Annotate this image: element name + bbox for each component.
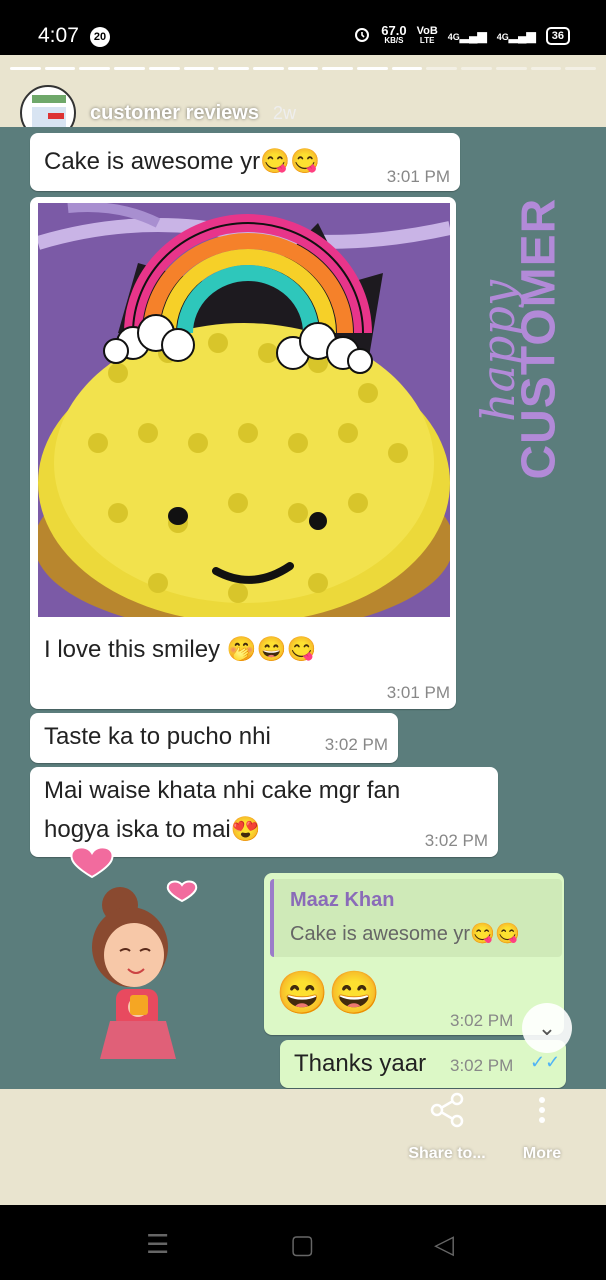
signal-2-label: 4G — [496, 31, 509, 42]
happy-customer-sticker: happy CUSTOMER — [458, 197, 598, 485]
reply-message-bubble: Maaz Khan Cake is awesome yr😋😋 😄😄 3:02 P… — [264, 873, 564, 1035]
home-nav-button[interactable]: ▢ — [290, 1229, 315, 1260]
status-icons: 67.0 KB/S VoB LTE 4G▂▄▆ 4G▂▄▆ 36 — [353, 22, 570, 46]
menu-nav-button[interactable]: ☰ — [146, 1229, 169, 1260]
message-time: 3:02 PM — [424, 831, 488, 850]
story-progress-segment — [218, 67, 249, 70]
story-progress-segment — [461, 67, 492, 70]
message-bubble: Cake is awesome yr😋😋 3:01 PM — [30, 133, 460, 191]
story-progress — [10, 67, 596, 70]
story-progress-segment — [10, 67, 41, 70]
message-time: 3:02 PM — [450, 1011, 514, 1030]
message-text: Mai waise khata nhi cake mgr fan — [44, 777, 401, 804]
message-emojis: 😄😄 — [276, 969, 381, 1016]
status-bar: 4:07 20 67.0 KB/S VoB LTE 4G▂▄▆ 4G▂▄▆ 36 — [0, 0, 606, 55]
story-progress-segment — [426, 67, 458, 70]
volte-bottom: LTE — [419, 35, 435, 45]
story-progress-segment — [287, 67, 319, 70]
story-progress-segment — [148, 67, 180, 70]
volte-indicator: VoB LTE — [416, 24, 438, 46]
story-progress-segment — [79, 67, 111, 70]
story-progress-segment — [114, 67, 145, 70]
alarm-icon — [353, 25, 371, 46]
notification-count-badge: 20 — [90, 27, 110, 47]
story-progress-segment — [183, 67, 215, 70]
system-nav-bar: ☰ ▢ ◁ — [0, 1205, 606, 1280]
message-time: 3:02 PM — [450, 1056, 514, 1075]
status-time: 4:07 — [38, 24, 79, 47]
message-text: Thanks yaar — [294, 1050, 427, 1077]
message-bubble: Thanks yaar 3:02 PM ✓✓ — [280, 1040, 566, 1088]
story-progress-segment — [391, 67, 423, 70]
net-speed-value: 67.0 — [381, 22, 407, 38]
story-progress-segment — [357, 67, 388, 70]
more-button[interactable]: More — [512, 1092, 572, 1163]
more-label: More — [522, 1145, 562, 1162]
signal-1: 4G▂▄▆ — [448, 29, 487, 43]
more-vertical-icon — [537, 1097, 547, 1132]
story-progress-segment — [495, 67, 527, 70]
message-text: Taste ka to pucho nhi — [44, 723, 271, 750]
share-label: Share to... — [408, 1145, 486, 1162]
message-text: I love this smiley 🤭😄😋 — [44, 636, 317, 663]
signal-2: 4G▂▄▆ — [497, 29, 536, 43]
scroll-down-button[interactable]: ⌄ — [522, 1003, 572, 1053]
message-text: Cake is awesome yr😋😋 — [44, 148, 320, 175]
net-speed: 67.0 KB/S — [381, 22, 407, 46]
back-nav-button[interactable]: ◁ — [434, 1229, 454, 1260]
read-ticks-icon: ✓✓ — [530, 1052, 561, 1072]
share-icon — [429, 1092, 465, 1132]
story-progress-segment — [565, 67, 596, 70]
quoted-text: Cake is awesome yr😋😋 — [290, 923, 520, 945]
sticker-text-customer: CUSTOMER — [512, 197, 566, 480]
story-progress-segment — [44, 67, 76, 70]
girl-sticker — [40, 839, 210, 1059]
story-title[interactable]: customer reviews — [90, 102, 259, 125]
image-message-bubble: I love this smiley 🤭😄😋 3:01 PM — [30, 197, 456, 709]
quoted-author: Maaz Khan — [290, 889, 395, 911]
quoted-message: Maaz Khan Cake is awesome yr😋😋 — [270, 879, 562, 957]
message-time: 3:01 PM — [386, 683, 450, 702]
share-button[interactable]: Share to... — [402, 1092, 492, 1163]
signal-bars-icon: ▂▄▆ — [508, 28, 536, 43]
story-progress-segment — [530, 67, 562, 70]
cake-photo — [38, 203, 450, 617]
message-time: 3:02 PM — [324, 735, 388, 754]
signal-bars-icon: ▂▄▆ — [459, 28, 487, 43]
story-progress-segment — [322, 67, 354, 70]
signal-1-label: 4G — [447, 31, 460, 42]
story-viewer[interactable]: customer reviews 2w Cake is awesome yr😋😋… — [0, 55, 606, 1205]
story-age: 2w — [272, 102, 296, 123]
net-speed-unit: KB/S — [384, 35, 404, 45]
battery-icon: 36 — [545, 26, 570, 45]
volte-top: VoB — [416, 24, 438, 37]
message-time: 3:01 PM — [386, 167, 450, 186]
story-progress-segment — [252, 67, 284, 70]
message-bubble: Taste ka to pucho nhi 3:02 PM — [30, 713, 398, 763]
